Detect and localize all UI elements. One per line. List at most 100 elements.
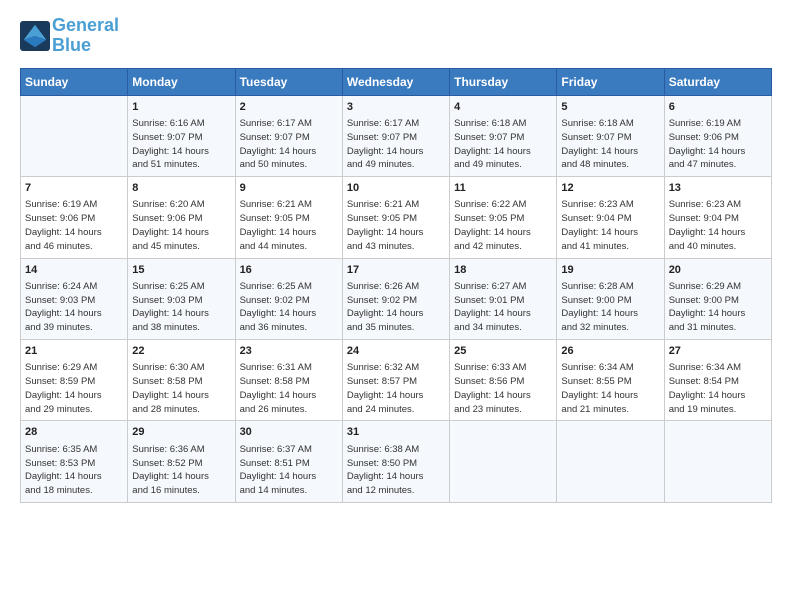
calendar-cell: 12Sunrise: 6:23 AMSunset: 9:04 PMDayligh…: [557, 177, 664, 258]
weekday-header-cell: Sunday: [21, 68, 128, 95]
calendar-week-row: 7 Sunrise: 6:19 AMSunset: 9:06 PMDaylight…: [21, 177, 772, 258]
day-number: 20: [669, 263, 767, 278]
calendar-cell: 3Sunrise: 6:17 AMSunset: 9:07 PMDaylight…: [342, 95, 449, 176]
day-info: Sunrise: 6:36 AMSunset: 8:52 PMDaylight:…: [132, 443, 230, 498]
calendar-cell: 24 Sunrise: 6:32 AMSunset: 8:57 PMDayligh…: [342, 339, 449, 420]
calendar-week-row: 21 Sunrise: 6:29 AMSunset: 8:59 PMDayligh…: [21, 339, 772, 420]
day-info: Sunrise: 6:18 AMSunset: 9:07 PMDaylight:…: [454, 117, 552, 172]
calendar-cell: 17 Sunrise: 6:26 AMSunset: 9:02 PMDayligh…: [342, 258, 449, 339]
logo-icon: [20, 21, 50, 51]
day-info: Sunrise: 6:34 AMSunset: 8:55 PMDaylight:…: [561, 361, 659, 416]
calendar-cell: 9Sunrise: 6:21 AMSunset: 9:05 PMDaylight…: [235, 177, 342, 258]
day-info: Sunrise: 6:38 AMSunset: 8:50 PMDaylight:…: [347, 443, 445, 498]
day-number: 3: [347, 100, 445, 115]
day-number: 26: [561, 344, 659, 359]
day-number: 11: [454, 181, 552, 196]
day-number: 21: [25, 344, 123, 359]
calendar-cell: 25Sunrise: 6:33 AMSunset: 8:56 PMDayligh…: [450, 339, 557, 420]
calendar-cell: 13 Sunrise: 6:23 AMSunset: 9:04 PMDayligh…: [664, 177, 771, 258]
day-info: Sunrise: 6:20 AMSunset: 9:06 PMDaylight:…: [132, 198, 230, 253]
day-info: Sunrise: 6:19 AMSunset: 9:06 PMDaylight:…: [669, 117, 767, 172]
weekday-header-cell: Tuesday: [235, 68, 342, 95]
day-number: 17: [347, 263, 445, 278]
calendar-week-row: 14 Sunrise: 6:24 AMSunset: 9:03 PMDayligh…: [21, 258, 772, 339]
day-number: 10: [347, 181, 445, 196]
day-info: Sunrise: 6:34 AMSunset: 8:54 PMDaylight:…: [669, 361, 767, 416]
weekday-header-cell: Thursday: [450, 68, 557, 95]
day-number: 18: [454, 263, 552, 278]
day-number: 7: [25, 181, 123, 196]
day-info: Sunrise: 6:24 AMSunset: 9:03 PMDaylight:…: [25, 280, 123, 335]
day-number: 24: [347, 344, 445, 359]
weekday-header-cell: Monday: [128, 68, 235, 95]
day-info: Sunrise: 6:21 AMSunset: 9:05 PMDaylight:…: [347, 198, 445, 253]
day-info: Sunrise: 6:21 AMSunset: 9:05 PMDaylight:…: [240, 198, 338, 253]
calendar-cell: 5Sunrise: 6:18 AMSunset: 9:07 PMDaylight…: [557, 95, 664, 176]
day-info: Sunrise: 6:35 AMSunset: 8:53 PMDaylight:…: [25, 443, 123, 498]
day-info: Sunrise: 6:19 AMSunset: 9:06 PMDaylight:…: [25, 198, 123, 253]
day-number: 27: [669, 344, 767, 359]
day-info: Sunrise: 6:31 AMSunset: 8:58 PMDaylight:…: [240, 361, 338, 416]
day-number: 14: [25, 263, 123, 278]
calendar-cell: 26 Sunrise: 6:34 AMSunset: 8:55 PMDayligh…: [557, 339, 664, 420]
calendar-cell: 19 Sunrise: 6:28 AMSunset: 9:00 PMDayligh…: [557, 258, 664, 339]
day-number: 22: [132, 344, 230, 359]
day-info: Sunrise: 6:17 AMSunset: 9:07 PMDaylight:…: [240, 117, 338, 172]
calendar-cell: 29 Sunrise: 6:36 AMSunset: 8:52 PMDayligh…: [128, 421, 235, 502]
calendar-cell: [664, 421, 771, 502]
day-info: Sunrise: 6:27 AMSunset: 9:01 PMDaylight:…: [454, 280, 552, 335]
day-number: 8: [132, 181, 230, 196]
logo-text: GeneralBlue: [52, 16, 119, 56]
day-number: 5: [561, 100, 659, 115]
calendar-cell: 1 Sunrise: 6:16 AMSunset: 9:07 PMDaylight…: [128, 95, 235, 176]
day-number: 16: [240, 263, 338, 278]
logo: GeneralBlue: [20, 16, 119, 56]
day-number: 31: [347, 425, 445, 440]
calendar-cell: 8 Sunrise: 6:20 AMSunset: 9:06 PMDaylight…: [128, 177, 235, 258]
calendar-cell: 2Sunrise: 6:17 AMSunset: 9:07 PMDaylight…: [235, 95, 342, 176]
calendar-cell: 16 Sunrise: 6:25 AMSunset: 9:02 PMDayligh…: [235, 258, 342, 339]
day-info: Sunrise: 6:30 AMSunset: 8:58 PMDaylight:…: [132, 361, 230, 416]
day-number: 28: [25, 425, 123, 440]
calendar-cell: 28 Sunrise: 6:35 AMSunset: 8:53 PMDayligh…: [21, 421, 128, 502]
day-number: 29: [132, 425, 230, 440]
weekday-header-cell: Wednesday: [342, 68, 449, 95]
day-info: Sunrise: 6:16 AMSunset: 9:07 PMDaylight:…: [132, 117, 230, 172]
calendar-cell: 31 Sunrise: 6:38 AMSunset: 8:50 PMDayligh…: [342, 421, 449, 502]
weekday-header-row: SundayMondayTuesdayWednesdayThursdayFrid…: [21, 68, 772, 95]
calendar-cell: 14 Sunrise: 6:24 AMSunset: 9:03 PMDayligh…: [21, 258, 128, 339]
day-info: Sunrise: 6:22 AMSunset: 9:05 PMDaylight:…: [454, 198, 552, 253]
calendar-cell: [557, 421, 664, 502]
calendar-cell: 7 Sunrise: 6:19 AMSunset: 9:06 PMDaylight…: [21, 177, 128, 258]
day-info: Sunrise: 6:37 AMSunset: 8:51 PMDaylight:…: [240, 443, 338, 498]
day-number: 4: [454, 100, 552, 115]
calendar-cell: 23 Sunrise: 6:31 AMSunset: 8:58 PMDayligh…: [235, 339, 342, 420]
calendar-cell: 21 Sunrise: 6:29 AMSunset: 8:59 PMDayligh…: [21, 339, 128, 420]
day-number: 19: [561, 263, 659, 278]
day-number: 13: [669, 181, 767, 196]
day-info: Sunrise: 6:23 AMSunset: 9:04 PMDaylight:…: [669, 198, 767, 253]
day-number: 6: [669, 100, 767, 115]
day-info: Sunrise: 6:32 AMSunset: 8:57 PMDaylight:…: [347, 361, 445, 416]
day-info: Sunrise: 6:25 AMSunset: 9:02 PMDaylight:…: [240, 280, 338, 335]
calendar-body: 1 Sunrise: 6:16 AMSunset: 9:07 PMDaylight…: [21, 95, 772, 502]
calendar-week-row: 1 Sunrise: 6:16 AMSunset: 9:07 PMDaylight…: [21, 95, 772, 176]
day-number: 23: [240, 344, 338, 359]
calendar-table: SundayMondayTuesdayWednesdayThursdayFrid…: [20, 68, 772, 503]
day-info: Sunrise: 6:28 AMSunset: 9:00 PMDaylight:…: [561, 280, 659, 335]
calendar-cell: 4 Sunrise: 6:18 AMSunset: 9:07 PMDaylight…: [450, 95, 557, 176]
day-info: Sunrise: 6:29 AMSunset: 8:59 PMDaylight:…: [25, 361, 123, 416]
calendar-cell: [21, 95, 128, 176]
calendar-cell: 15 Sunrise: 6:25 AMSunset: 9:03 PMDayligh…: [128, 258, 235, 339]
day-info: Sunrise: 6:25 AMSunset: 9:03 PMDaylight:…: [132, 280, 230, 335]
day-number: 1: [132, 100, 230, 115]
calendar-cell: 10 Sunrise: 6:21 AMSunset: 9:05 PMDayligh…: [342, 177, 449, 258]
day-number: 30: [240, 425, 338, 440]
calendar-week-row: 28 Sunrise: 6:35 AMSunset: 8:53 PMDayligh…: [21, 421, 772, 502]
day-info: Sunrise: 6:33 AMSunset: 8:56 PMDaylight:…: [454, 361, 552, 416]
calendar-cell: 6 Sunrise: 6:19 AMSunset: 9:06 PMDaylight…: [664, 95, 771, 176]
day-number: 15: [132, 263, 230, 278]
day-info: Sunrise: 6:26 AMSunset: 9:02 PMDaylight:…: [347, 280, 445, 335]
calendar-cell: 18 Sunrise: 6:27 AMSunset: 9:01 PMDayligh…: [450, 258, 557, 339]
calendar-cell: 30 Sunrise: 6:37 AMSunset: 8:51 PMDayligh…: [235, 421, 342, 502]
